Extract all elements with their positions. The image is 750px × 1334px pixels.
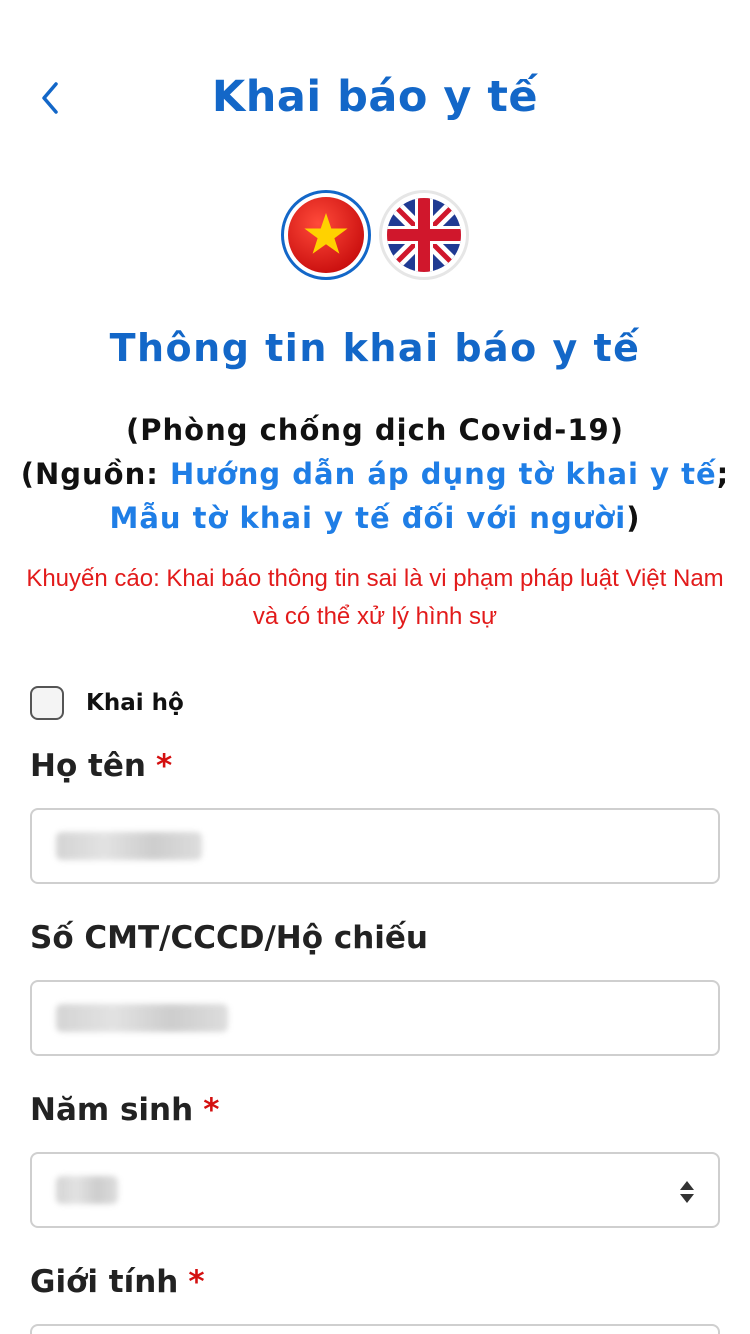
name-label: Họ tên * — [30, 748, 172, 784]
khai-ho-checkbox[interactable] — [30, 686, 64, 720]
header: Khai báo y tế — [0, 60, 750, 144]
id-input[interactable] — [30, 980, 720, 1056]
name-input[interactable] — [30, 808, 720, 884]
source-prefix: (Nguồn: — [20, 457, 170, 491]
uk-flag-icon — [387, 198, 461, 272]
form-template-link[interactable]: Mẫu tờ khai y tế đối với người — [110, 501, 627, 535]
id-label: Số CMT/CCCD/Hộ chiếu — [30, 920, 428, 956]
name-required-mark: * — [155, 748, 173, 784]
section-title: Thông tin khai báo y tế — [109, 326, 641, 370]
gender-label: Giới tính * — [30, 1264, 205, 1300]
guide-link[interactable]: Hướng dẫn áp dụng tờ khai y tế — [170, 457, 717, 491]
birth-year-select[interactable] — [30, 1152, 720, 1228]
id-value-redacted — [56, 1004, 228, 1032]
khai-ho-row: Khai hộ — [30, 686, 184, 720]
birth-year-required-mark: * — [203, 1092, 220, 1128]
language-switcher — [0, 190, 750, 280]
gender-select[interactable] — [30, 1324, 720, 1334]
source-line-2: Mẫu tờ khai y tế đối với người) — [20, 496, 730, 540]
gender-required-mark: * — [188, 1264, 205, 1300]
name-label-text: Họ tên — [30, 748, 146, 784]
uk-flag-button[interactable] — [379, 190, 469, 280]
name-value-redacted — [56, 832, 202, 860]
id-label-text: Số CMT/CCCD/Hộ chiếu — [30, 920, 428, 956]
birth-year-label: Năm sinh * — [30, 1092, 219, 1128]
vietnam-flag-button[interactable] — [281, 190, 371, 280]
gender-label-text: Giới tính — [30, 1264, 179, 1300]
source-info: (Phòng chống dịch Covid-19) (Nguồn: Hướn… — [20, 408, 730, 540]
birth-year-value-redacted — [56, 1176, 118, 1204]
source-line: (Nguồn: Hướng dẫn áp dụng tờ khai y tế; — [20, 452, 730, 496]
source-separator: ; — [716, 457, 730, 491]
vietnam-flag-icon — [288, 197, 364, 273]
birth-year-label-text: Năm sinh — [30, 1092, 194, 1128]
warning-text: Khuyến cáo: Khai báo thông tin sai là vi… — [26, 565, 724, 630]
sort-arrows-icon — [680, 1181, 694, 1203]
page-title: Khai báo y tế — [211, 72, 539, 122]
covid-subtitle: (Phòng chống dịch Covid-19) — [126, 413, 624, 447]
khai-ho-label: Khai hộ — [86, 690, 184, 716]
source-suffix: ) — [626, 501, 641, 535]
